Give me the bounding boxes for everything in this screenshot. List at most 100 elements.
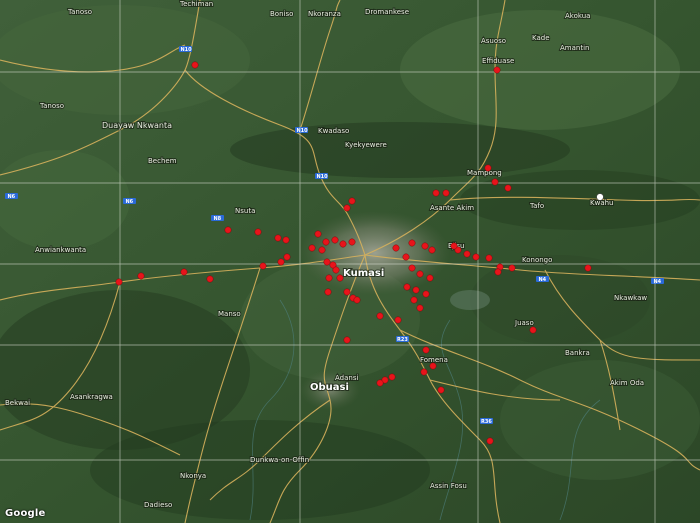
map-marker[interactable] xyxy=(529,326,537,334)
svg-text:R36: R36 xyxy=(481,419,492,425)
map-marker[interactable] xyxy=(486,437,494,445)
place-label: Dadieso xyxy=(144,501,172,509)
place-label: Tanoso xyxy=(67,8,92,16)
place-label: Akokua xyxy=(565,12,590,20)
road-shield: N4 xyxy=(536,276,549,283)
place-label: Asuoso xyxy=(481,37,506,45)
map-marker[interactable] xyxy=(584,264,592,272)
road-shield: N6 xyxy=(5,193,18,200)
map-marker[interactable] xyxy=(426,274,434,282)
map-marker[interactable] xyxy=(343,204,351,212)
map-marker[interactable] xyxy=(493,66,501,74)
map-marker[interactable] xyxy=(472,253,480,261)
map-marker[interactable] xyxy=(348,238,356,246)
svg-text:N4: N4 xyxy=(539,277,547,283)
map-marker[interactable] xyxy=(392,244,400,252)
map-marker[interactable] xyxy=(224,226,232,234)
map-marker[interactable] xyxy=(277,258,285,266)
place-label: Boniso xyxy=(270,10,293,18)
map-marker[interactable] xyxy=(343,288,351,296)
place-label: Kwadaso xyxy=(318,127,349,135)
map-marker[interactable] xyxy=(416,304,424,312)
map-marker[interactable] xyxy=(504,184,512,192)
svg-text:N10: N10 xyxy=(317,174,329,180)
map-marker[interactable] xyxy=(421,242,429,250)
map-marker[interactable] xyxy=(283,253,291,261)
svg-text:N10: N10 xyxy=(181,47,193,53)
map-marker[interactable] xyxy=(180,268,188,276)
map-marker[interactable] xyxy=(336,274,344,282)
map-marker[interactable] xyxy=(137,272,145,280)
place-label: Bechem xyxy=(148,157,177,165)
map-marker[interactable] xyxy=(206,275,214,283)
map-marker[interactable] xyxy=(428,246,436,254)
map-marker[interactable] xyxy=(324,288,332,296)
map-marker[interactable] xyxy=(191,61,199,69)
place-label: Dunkwa-on-Offin xyxy=(250,456,309,464)
map-marker[interactable] xyxy=(422,290,430,298)
map-marker[interactable] xyxy=(259,262,267,270)
map-marker[interactable] xyxy=(343,336,351,344)
map-marker[interactable] xyxy=(491,178,499,186)
map-marker[interactable] xyxy=(442,189,450,197)
place-label: Amantin xyxy=(560,44,589,52)
map-marker[interactable] xyxy=(508,264,516,272)
map-marker[interactable] xyxy=(254,228,262,236)
place-label: Asante Akim xyxy=(430,204,474,212)
map-marker[interactable] xyxy=(402,253,410,261)
map-marker[interactable] xyxy=(376,379,384,387)
svg-text:N6: N6 xyxy=(8,194,16,200)
map-marker[interactable] xyxy=(403,283,411,291)
map-marker[interactable] xyxy=(463,250,471,258)
map-marker[interactable] xyxy=(388,373,396,381)
satellite-map[interactable]: N10 N10 N10 N6 N8 N6 R36 N4 N4 R23 Techi… xyxy=(0,0,700,523)
google-logo: Google xyxy=(5,508,46,519)
map-marker[interactable] xyxy=(437,386,445,394)
map-marker[interactable] xyxy=(420,368,428,376)
map-marker[interactable] xyxy=(408,239,416,247)
svg-text:N6: N6 xyxy=(126,199,134,205)
place-label-kumasi: Kumasi xyxy=(343,268,384,279)
place-label: Nkonya xyxy=(180,472,206,480)
road-shield: R36 xyxy=(480,418,493,425)
map-marker[interactable] xyxy=(376,312,384,320)
map-marker[interactable] xyxy=(450,242,458,250)
map-marker[interactable] xyxy=(274,234,282,242)
map-marker[interactable] xyxy=(318,246,326,254)
map-marker[interactable] xyxy=(422,346,430,354)
place-label: Manso xyxy=(218,310,241,318)
map-marker[interactable] xyxy=(115,278,123,286)
map-view[interactable]: N10 N10 N10 N6 N8 N6 R36 N4 N4 R23 Techi… xyxy=(0,0,700,523)
place-label: Anwiankwanta xyxy=(35,246,86,254)
map-marker[interactable] xyxy=(323,258,331,266)
map-marker[interactable] xyxy=(353,296,361,304)
map-marker[interactable] xyxy=(394,316,402,324)
map-marker[interactable] xyxy=(412,286,420,294)
map-marker[interactable] xyxy=(416,270,424,278)
map-marker[interactable] xyxy=(331,236,339,244)
place-label: Techiman xyxy=(179,0,213,8)
place-label: Duayaw Nkwanta xyxy=(102,121,172,130)
map-marker[interactable] xyxy=(282,236,290,244)
map-marker[interactable] xyxy=(485,254,493,262)
map-marker[interactable] xyxy=(432,189,440,197)
map-marker[interactable] xyxy=(494,268,502,276)
map-marker[interactable] xyxy=(332,266,340,274)
place-label: Nkawkaw xyxy=(614,294,647,302)
map-marker[interactable] xyxy=(325,274,333,282)
map-pin-white[interactable] xyxy=(596,193,604,201)
map-marker[interactable] xyxy=(348,197,356,205)
map-marker[interactable] xyxy=(429,362,437,370)
place-label: Juaso xyxy=(514,319,534,327)
place-label: Effiduase xyxy=(482,57,514,65)
map-marker[interactable] xyxy=(484,164,492,172)
place-label: Tanoso xyxy=(39,102,64,110)
map-marker[interactable] xyxy=(339,240,347,248)
place-label: Kade xyxy=(532,34,550,42)
map-marker[interactable] xyxy=(314,230,322,238)
place-label: Nsuta xyxy=(235,207,255,215)
map-marker[interactable] xyxy=(322,238,330,246)
map-marker[interactable] xyxy=(308,244,316,252)
map-marker[interactable] xyxy=(408,264,416,272)
map-marker[interactable] xyxy=(410,296,418,304)
